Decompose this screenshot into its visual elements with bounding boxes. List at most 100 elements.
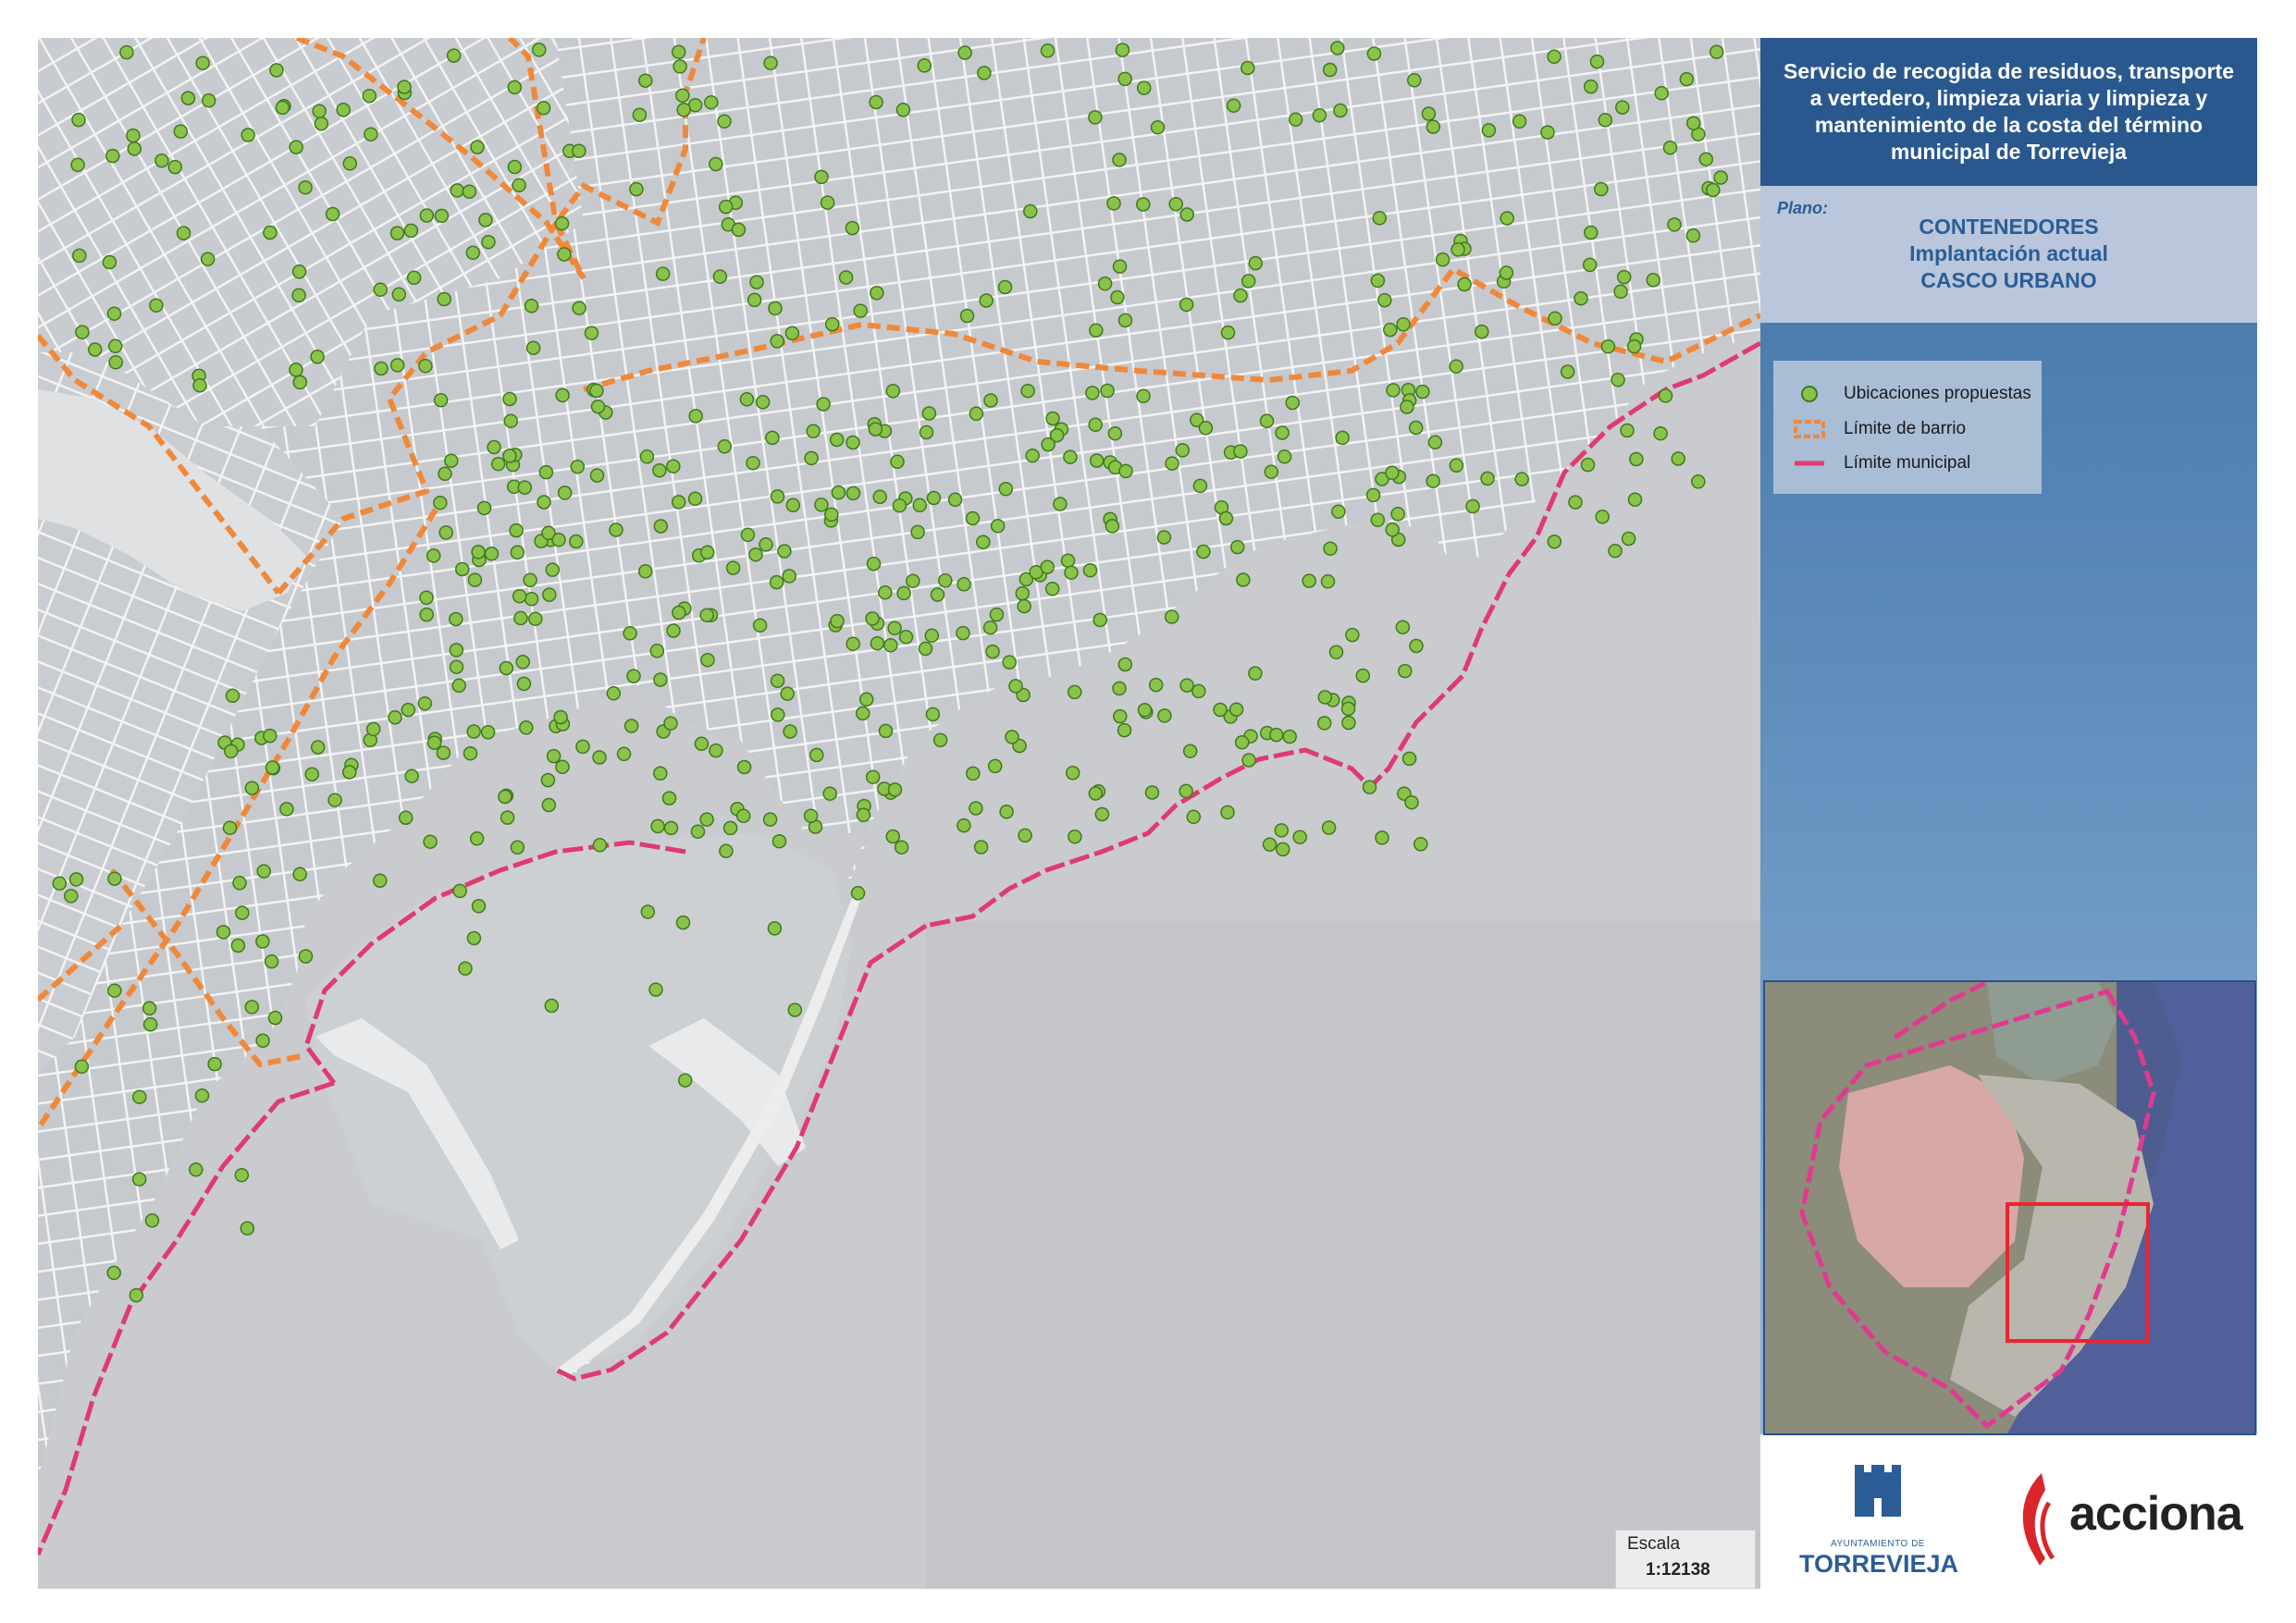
container-location-point[interactable] <box>1362 780 1377 794</box>
container-location-point[interactable] <box>780 686 795 701</box>
container-location-point[interactable] <box>1709 44 1724 59</box>
container-location-point[interactable] <box>291 264 307 279</box>
container-location-point[interactable] <box>878 584 893 600</box>
container-location-point[interactable] <box>982 620 998 635</box>
container-location-point[interactable] <box>1449 458 1464 473</box>
container-location-point[interactable] <box>555 387 570 403</box>
container-location-point[interactable] <box>546 748 562 764</box>
container-location-point[interactable] <box>490 456 506 472</box>
container-location-point[interactable] <box>1228 702 1244 717</box>
container-location-point[interactable] <box>298 949 314 964</box>
container-location-point[interactable] <box>868 422 883 436</box>
container-location-point[interactable] <box>1226 98 1241 113</box>
container-location-point[interactable] <box>675 915 691 930</box>
container-location-point[interactable] <box>699 545 715 560</box>
container-location-point[interactable] <box>806 424 821 438</box>
container-location-point[interactable] <box>957 577 971 592</box>
container-location-point[interactable] <box>463 745 478 761</box>
container-location-point[interactable] <box>1372 211 1388 226</box>
container-location-point[interactable] <box>1540 125 1555 140</box>
container-location-point[interactable] <box>304 767 320 781</box>
container-location-point[interactable] <box>979 293 994 308</box>
container-location-point[interactable] <box>623 719 639 733</box>
container-location-point[interactable] <box>74 1059 90 1075</box>
container-location-point[interactable] <box>885 829 901 844</box>
container-location-point[interactable] <box>289 363 303 377</box>
container-location-point[interactable] <box>829 432 845 448</box>
container-location-point[interactable] <box>502 391 517 407</box>
container-location-point[interactable] <box>1450 242 1465 257</box>
container-location-point[interactable] <box>1317 690 1333 705</box>
container-location-point[interactable] <box>1018 828 1032 843</box>
container-location-point[interactable] <box>142 1017 158 1032</box>
container-location-point[interactable] <box>855 706 870 721</box>
container-location-point[interactable] <box>536 101 551 116</box>
container-location-point[interactable] <box>487 439 501 455</box>
container-location-point[interactable] <box>930 587 945 602</box>
container-location-point[interactable] <box>640 904 656 919</box>
container-location-point[interactable] <box>391 287 407 302</box>
container-location-point[interactable] <box>1015 585 1031 601</box>
container-location-point[interactable] <box>503 413 518 428</box>
container-location-point[interactable] <box>528 611 543 626</box>
container-location-point[interactable] <box>638 73 653 88</box>
container-location-point[interactable] <box>1097 276 1113 291</box>
container-location-point[interactable] <box>1040 559 1055 574</box>
container-location-point[interactable] <box>438 525 453 540</box>
container-location-point[interactable] <box>553 709 568 725</box>
container-location-point[interactable] <box>816 397 831 412</box>
container-location-point[interactable] <box>481 234 496 250</box>
container-location-point[interactable] <box>1302 573 1316 588</box>
container-location-point[interactable] <box>1706 182 1721 198</box>
container-location-point[interactable] <box>1196 544 1211 559</box>
container-location-point[interactable] <box>1168 196 1183 212</box>
container-location-point[interactable] <box>672 605 686 621</box>
container-location-point[interactable] <box>1320 574 1336 589</box>
container-location-point[interactable] <box>1118 463 1133 479</box>
container-location-point[interactable] <box>997 279 1013 295</box>
container-location-point[interactable] <box>770 489 785 504</box>
container-location-point[interactable] <box>1233 444 1248 459</box>
container-location-point[interactable] <box>1164 609 1179 624</box>
container-location-point[interactable] <box>132 1089 147 1104</box>
container-location-point[interactable] <box>1426 119 1441 134</box>
container-location-point[interactable] <box>1620 423 1635 438</box>
container-location-point[interactable] <box>1092 612 1107 628</box>
container-location-point[interactable] <box>878 723 894 739</box>
container-location-point[interactable] <box>650 818 665 834</box>
container-location-point[interactable] <box>1277 449 1292 464</box>
container-location-point[interactable] <box>1088 786 1104 801</box>
container-location-point[interactable] <box>1365 487 1381 503</box>
container-location-point[interactable] <box>1595 510 1610 524</box>
container-location-point[interactable] <box>629 181 644 197</box>
container-location-point[interactable] <box>673 59 687 74</box>
container-location-point[interactable] <box>540 772 556 788</box>
container-location-point[interactable] <box>1136 388 1151 404</box>
container-location-point[interactable] <box>557 247 572 262</box>
container-location-point[interactable] <box>255 1033 270 1049</box>
container-location-point[interactable] <box>235 905 250 920</box>
container-location-point[interactable] <box>965 510 981 526</box>
container-location-point[interactable] <box>1234 734 1250 750</box>
container-location-point[interactable] <box>1179 783 1193 799</box>
container-location-point[interactable] <box>450 183 464 198</box>
container-location-point[interactable] <box>234 1167 250 1183</box>
container-location-point[interactable] <box>418 358 433 374</box>
container-location-point[interactable] <box>406 270 422 286</box>
container-location-point[interactable] <box>926 490 942 506</box>
container-location-point[interactable] <box>592 838 608 853</box>
container-location-point[interactable] <box>892 498 907 513</box>
container-location-point[interactable] <box>499 660 514 676</box>
container-location-point[interactable] <box>173 124 189 139</box>
container-location-point[interactable] <box>275 100 290 116</box>
container-location-point[interactable] <box>342 156 358 171</box>
container-location-point[interactable] <box>709 743 723 758</box>
container-location-point[interactable] <box>1137 702 1153 718</box>
container-location-point[interactable] <box>1480 471 1495 486</box>
container-location-point[interactable] <box>557 486 573 500</box>
container-location-point[interactable] <box>1218 510 1234 526</box>
container-location-point[interactable] <box>75 325 90 339</box>
container-location-point[interactable] <box>1002 655 1017 670</box>
container-location-point[interactable] <box>192 378 207 393</box>
container-location-point[interactable] <box>1288 112 1303 127</box>
